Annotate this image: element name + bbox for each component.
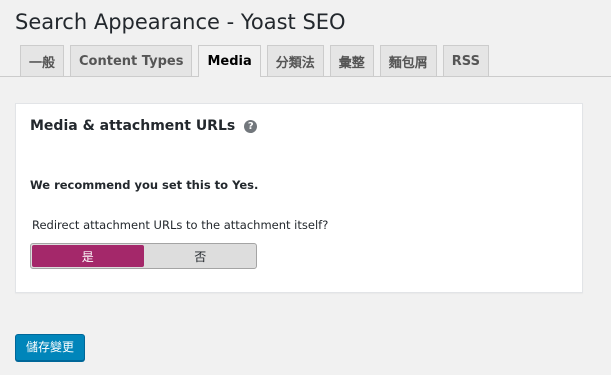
page-title: Search Appearance - Yoast SEO xyxy=(15,10,346,34)
tab-taxonomies[interactable]: 分類法 xyxy=(266,45,324,76)
tab-divider xyxy=(0,76,611,77)
question-mark-icon[interactable]: ? xyxy=(244,119,258,133)
tab-breadcrumbs[interactable]: 麵包屑 xyxy=(379,45,437,76)
tab-content-types[interactable]: Content Types xyxy=(70,45,193,76)
tab-archives[interactable]: 彙整 xyxy=(329,45,374,76)
tab-media[interactable]: Media xyxy=(198,45,261,77)
tab-general[interactable]: 一般 xyxy=(20,45,65,76)
toggle-option-no[interactable]: 否 xyxy=(145,244,257,268)
toggle-option-yes[interactable]: 是 xyxy=(32,245,144,267)
tab-bar: 一般 Content Types Media 分類法 彙整 麵包屑 RSS xyxy=(20,45,489,77)
tab-rss[interactable]: RSS xyxy=(442,45,489,76)
save-changes-button[interactable]: 儲存變更 xyxy=(15,334,86,361)
redirect-attachment-label: Redirect attachment URLs to the attachme… xyxy=(32,218,329,232)
card-title: Media & attachment URLs ? xyxy=(30,118,258,134)
media-settings-card: Media & attachment URLs ? We recommend y… xyxy=(15,103,583,293)
recommendation-text: We recommend you set this to Yes. xyxy=(30,178,259,192)
redirect-attachment-toggle: 是 否 xyxy=(30,243,257,269)
card-title-text: Media & attachment URLs xyxy=(30,118,236,134)
